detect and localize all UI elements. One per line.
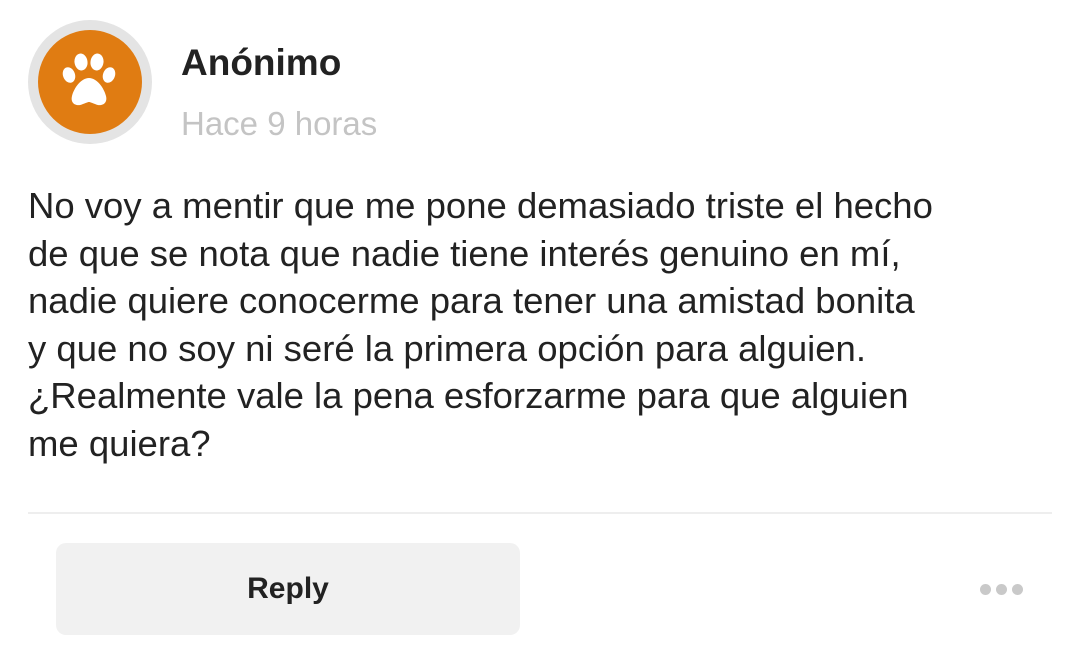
avatar-circle bbox=[38, 30, 142, 134]
more-options-button[interactable] bbox=[968, 570, 1034, 608]
avatar[interactable] bbox=[28, 20, 152, 144]
more-horizontal-icon bbox=[995, 583, 1007, 595]
post-timestamp: Hace 9 horas bbox=[181, 105, 378, 142]
author-name[interactable]: Anónimo bbox=[181, 40, 341, 86]
post-body: No voy a mentir que me pone demasiado tr… bbox=[28, 185, 933, 464]
more-horizontal-icon bbox=[1011, 583, 1023, 595]
reply-button[interactable]: Reply bbox=[56, 543, 520, 635]
divider bbox=[28, 512, 1052, 514]
more-horizontal-icon bbox=[979, 583, 991, 595]
paw-icon bbox=[62, 53, 116, 106]
